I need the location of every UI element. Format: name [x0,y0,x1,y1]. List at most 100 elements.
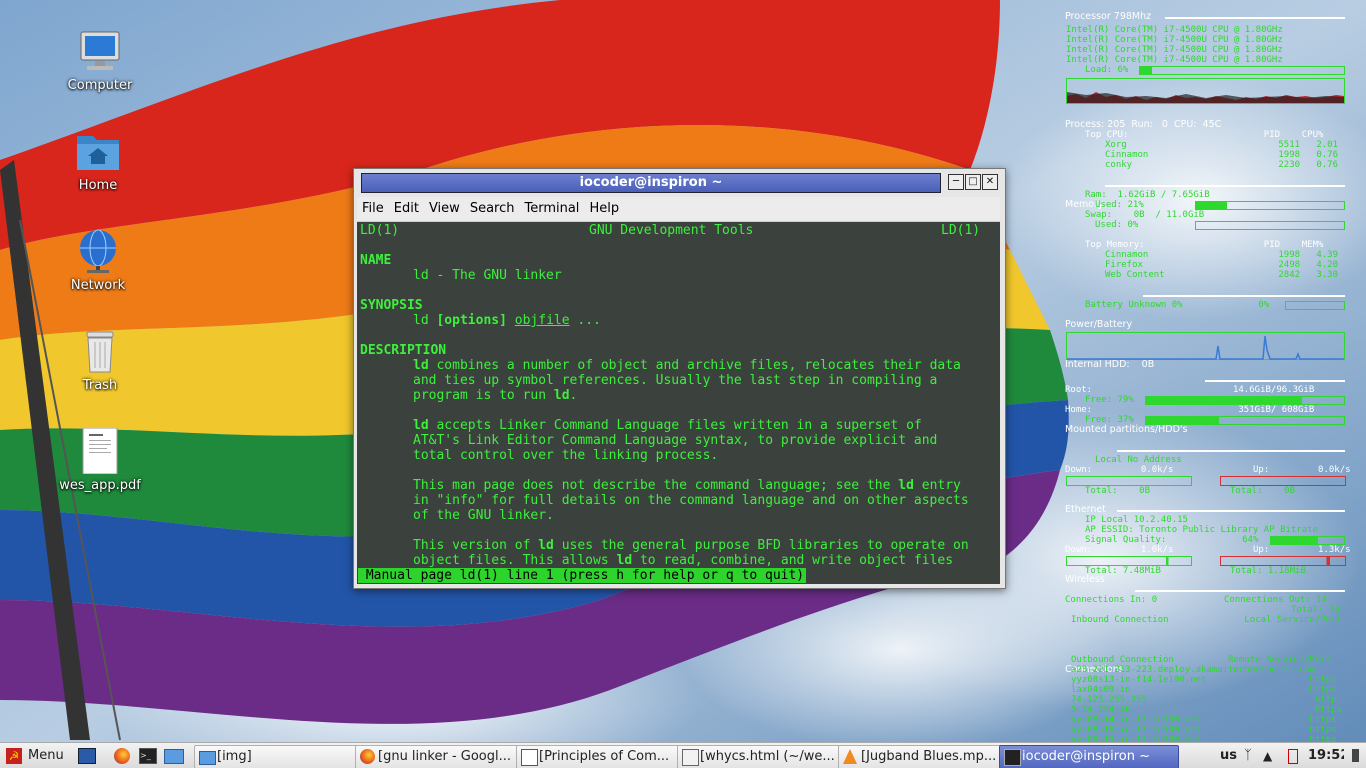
taskbar: ☭ Menu >_ [img] [gnu linker - Googl... [… [0,742,1366,768]
terminal-icon [1004,749,1021,766]
notifications-tray[interactable] [1350,745,1362,767]
divider [1165,17,1345,19]
section-name: NAME [360,253,392,268]
home-free-bar [1145,416,1345,425]
swap-text: Swap: 0B / 11.0GiB [1085,210,1205,220]
cpu-graph [1066,78,1345,104]
task-label: [whycs.html (~/we... [700,749,835,764]
desc-line: and ties up symbol references. Usually t… [413,373,938,388]
network-tray[interactable]: ▲ [1263,745,1279,767]
task-text-editor[interactable]: [whycs.html (~/we... [677,745,855,768]
wl-total-up: Total: 1.18MiB [1230,566,1306,576]
show-desktop-launcher[interactable] [76,745,96,767]
document-viewer-icon [521,749,538,766]
terminal-screen[interactable]: LD(1) GNU Development Tools LD(1) NAME l… [357,222,1000,584]
power-heading: Power/Battery [1065,320,1347,330]
wireless-heading: Wireless [1065,575,1347,585]
eth-up: Up: 0.0k/s [1253,465,1351,475]
menu-button[interactable]: ☭ Menu [4,745,66,767]
outbound-row: yyz08s10-in-f3.1e100.net https [1071,725,1337,735]
desktop-icon-label: Network [70,278,126,293]
menu-search[interactable]: Search [465,197,520,216]
terminal-window[interactable]: iocoder@inspiron ~ ─ □ ✕ File Edit View Sea… [353,168,1006,589]
clock[interactable]: 19:52 [1308,745,1344,767]
home-text: Home: 351GiB/ 608GiB [1065,405,1315,415]
section-synopsis: SYNOPSIS [360,298,423,313]
outbound-row: 5.14.254.46 https [1071,705,1342,715]
bluetooth-icon: ᛉ [1244,748,1252,763]
top-cpu-row: Cinnamon 1998 0.76 [1105,150,1338,160]
desktop-icon-pdf[interactable]: wes_app.pdf [55,428,145,493]
home-free-text: Free: 37% [1085,415,1134,425]
wl-ip: IP Local 10.2.40.15 [1085,515,1188,525]
task-firefox[interactable]: [gnu linker - Googl... [355,745,533,768]
task-label: [gnu linker - Googl... [378,749,512,764]
menu-view[interactable]: View [424,197,465,216]
ld-bold: ld [413,418,429,433]
home-folder-icon [75,128,121,174]
cpu-line: Intel(R) Core(TM) i7-4500U CPU @ 1.80GHz [1066,35,1283,45]
minimize-button[interactable]: ─ [948,174,964,190]
eth-local: Local No Address [1095,455,1182,465]
wl-up-graph [1220,556,1346,566]
window-title[interactable]: iocoder@inspiron ~ [361,173,941,193]
menu-terminal[interactable]: Terminal [519,197,584,216]
desktop-icon-home[interactable]: Home [53,128,143,193]
divider [1117,450,1345,452]
divider [1205,380,1345,382]
process-line: Process: 205 Run: 0 CPU: 45C [1065,120,1347,130]
firefox-icon [360,749,375,764]
task-document-viewer[interactable]: [Principles of Com... [516,745,694,768]
desc-line: This man page does not describe the comm… [413,478,891,493]
terminal-launcher[interactable]: >_ [137,745,157,767]
task-terminal[interactable]: iocoder@inspiron ~ [999,745,1179,768]
maximize-icon: □ [968,176,978,187]
task-vlc[interactable]: [Jugband Blues.mp... [838,745,1016,768]
task-label: [img] [217,749,252,764]
desktop-icon-network[interactable]: Network [53,228,143,293]
keyboard-layout-indicator[interactable]: us [1220,745,1240,767]
root-free-text: Free: 79% [1085,395,1134,405]
period: . [569,388,578,403]
task-label: [Principles of Com... [539,749,670,764]
top-cpu-header: Top CPU: PID CPU% [1085,130,1324,140]
desc-line: This version of [413,538,531,553]
cpu-line: Intel(R) Core(TM) i7-4500U CPU @ 1.80GHz [1066,55,1283,65]
load-bar [1139,66,1345,75]
text-editor-icon [682,749,699,766]
divider [1117,510,1345,512]
bluetooth-tray[interactable]: ᛉ [1244,745,1258,767]
battery-tray[interactable] [1286,745,1300,767]
ram-text: Ram: 1.62GiB / 7.65GiB [1085,190,1210,200]
outbound-row: 74.125.255.255 http [1071,695,1337,705]
files-launcher[interactable] [162,745,186,767]
notification-icon [1352,749,1359,762]
computer-icon [77,28,123,74]
menu-file[interactable]: File [357,197,389,216]
desktop-icon-computer[interactable]: Computer [55,28,145,93]
desc-line: in "info" for full details on the comman… [413,493,969,508]
close-icon: ✕ [985,176,995,187]
hdd-heading: Internal HDD: 0B [1065,360,1347,370]
task-img[interactable]: [img] [194,745,358,768]
swap-used-bar [1195,221,1345,230]
task-label: [Jugband Blues.mp... [861,749,997,764]
menu-help[interactable]: Help [584,197,624,216]
conn-out: Connections Out: 14 [1224,595,1327,605]
man-header-right: LD(1) [941,223,981,238]
top-mem-row: Cinnamon 1998 4.39 [1105,250,1338,260]
close-button[interactable]: ✕ [982,174,998,190]
menu-edit[interactable]: Edit [389,197,424,216]
firefox-launcher[interactable] [112,745,132,767]
desc-line: object files. This allows [413,553,609,568]
divider [1143,295,1345,297]
wl-signal: Signal Quality: 64% [1085,535,1259,545]
maximize-button[interactable]: □ [965,174,981,190]
ld-bold: ld [898,478,914,493]
menu-label: Menu [28,748,64,763]
vlc-icon [843,749,857,764]
desktop-icon-trash[interactable]: Trash [55,328,145,393]
top-mem-row: Web Content 2842 3.30 [1105,270,1338,280]
outbound-row: yyz08s13-in-f14.1e100.net https [1071,675,1337,685]
outbound-row: yyz08s14-in-f3.1e100.net https [1071,715,1337,725]
